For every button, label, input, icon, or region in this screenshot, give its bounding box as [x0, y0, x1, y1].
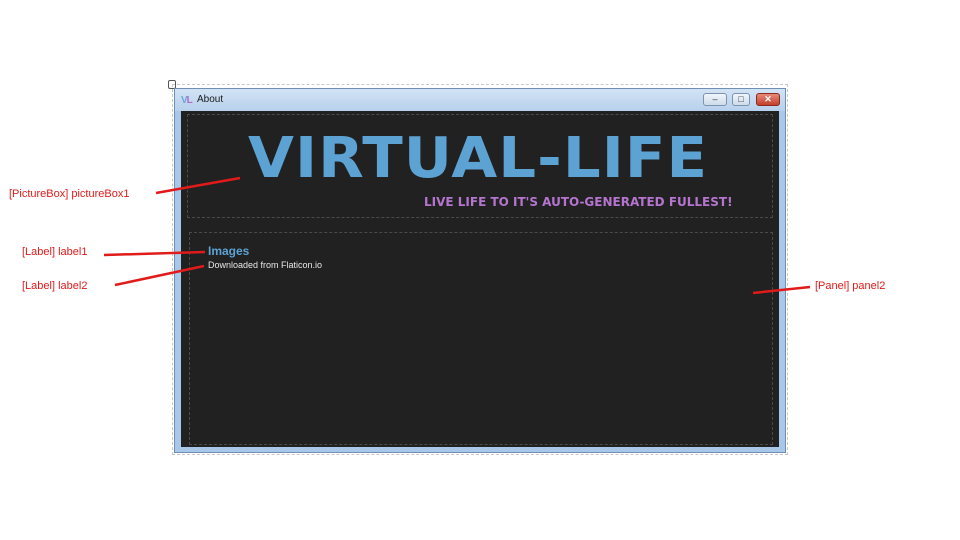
annotation-label2: [Label] label2 [22, 280, 88, 292]
annotation-panel2: [Panel] panel2 [815, 280, 886, 292]
annotation-label1: [Label] label1 [22, 246, 88, 258]
annotation-line-panel2 [752, 285, 811, 295]
annotation-line-picturebox [155, 176, 241, 195]
annotation-picturebox: [PictureBox] pictureBox1 [9, 188, 130, 200]
annotation-line-label1 [103, 250, 206, 257]
designer-canvas: VL About – □ ✕ VIRTUAL-LIFE LIVE LIFE TO… [0, 0, 960, 540]
annotation-lines [103, 176, 811, 295]
annotation-line-label2 [114, 264, 205, 287]
